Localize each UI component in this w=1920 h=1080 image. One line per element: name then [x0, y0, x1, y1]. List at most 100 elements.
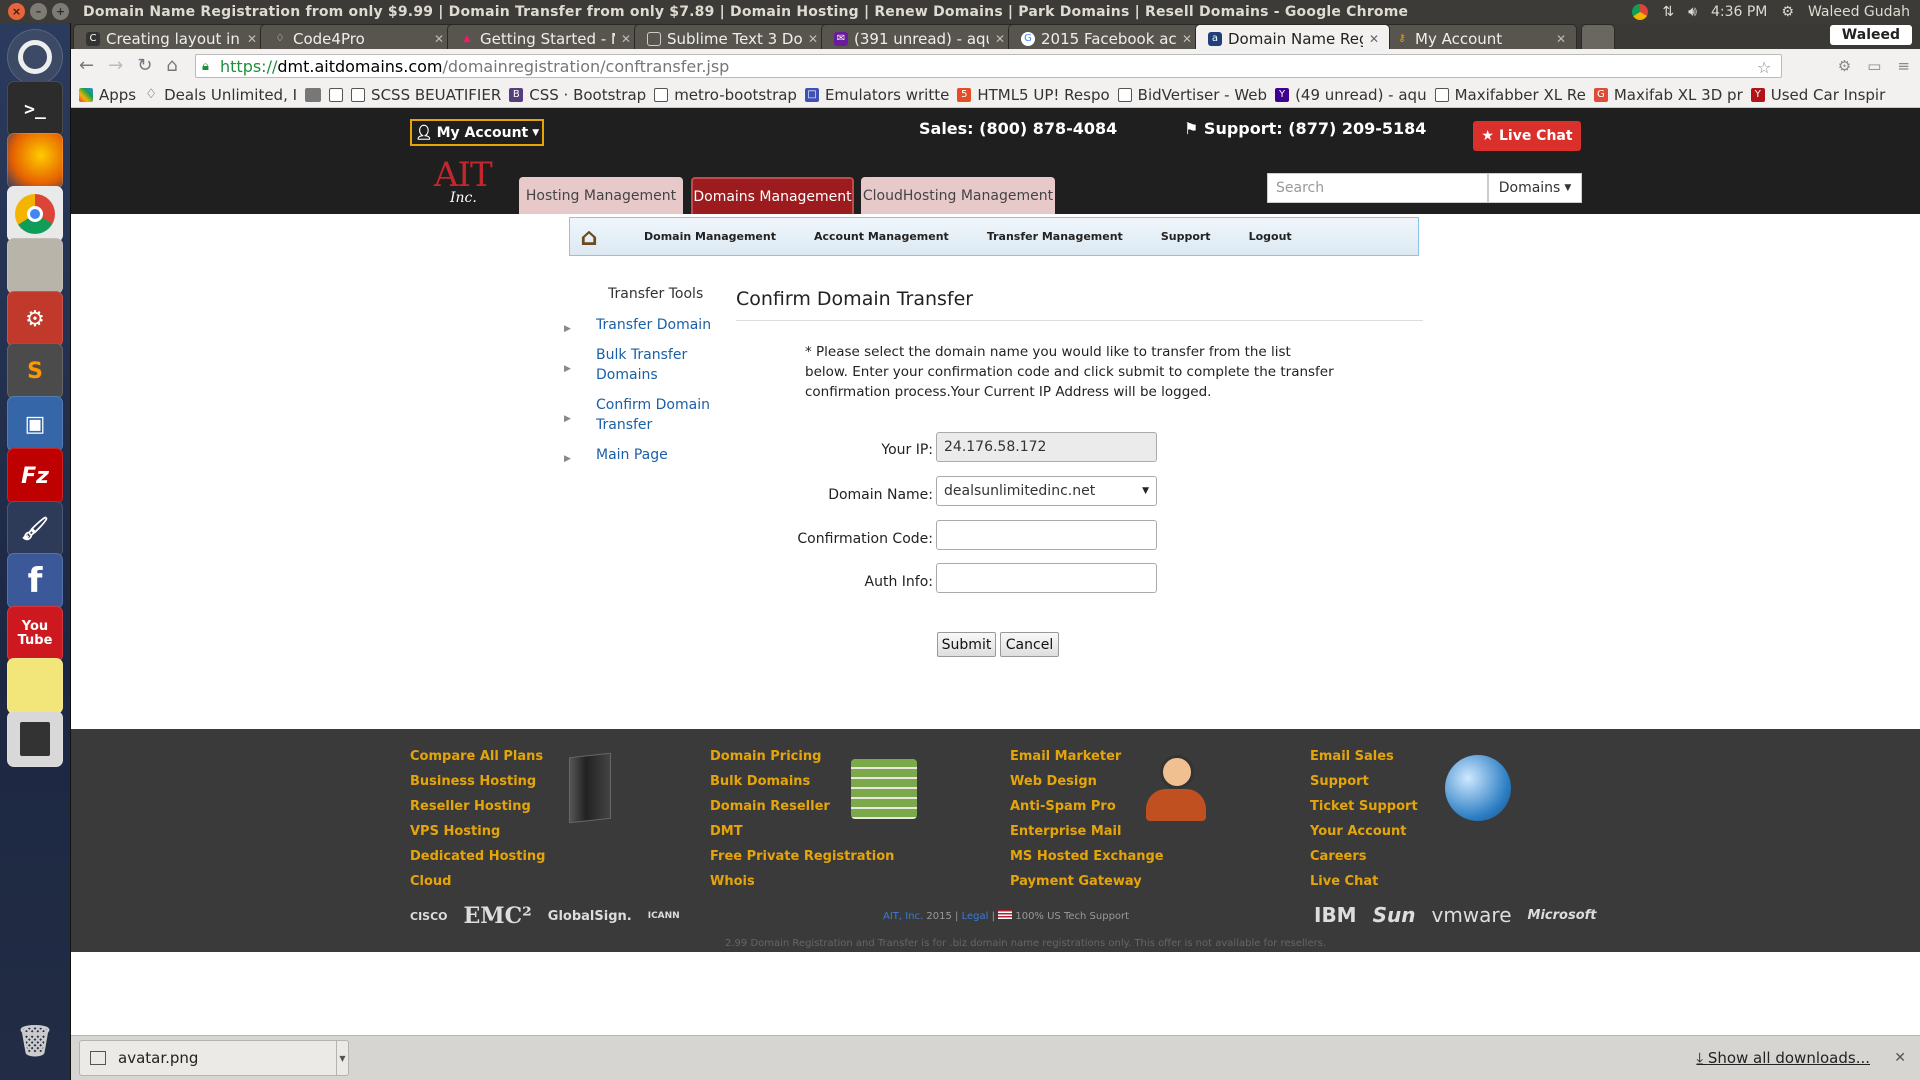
bookmark-item[interactable]: metro-bootstrap: [654, 86, 797, 104]
bookmark-item[interactable]: 5 HTML5 UP! Respo: [957, 86, 1110, 104]
ait-logo[interactable]: AIT Inc.: [434, 158, 506, 212]
maximize-window-button[interactable]: +: [52, 3, 69, 20]
footer-link[interactable]: Reseller Hosting: [410, 794, 546, 819]
network-icon[interactable]: ⇅: [1662, 4, 1674, 20]
trash-icon[interactable]: 🗑︎: [7, 1013, 63, 1069]
volume-icon[interactable]: 🔊︎: [1688, 4, 1697, 20]
youtube-icon[interactable]: You Tube: [7, 606, 63, 662]
bookmark-item[interactable]: Y Used Car Inspir: [1750, 86, 1885, 104]
home-icon[interactable]: ⌂: [572, 222, 606, 252]
footer-link[interactable]: Web Design: [1010, 769, 1164, 794]
new-tab-button[interactable]: [1581, 24, 1615, 49]
sublime-text-icon[interactable]: S: [7, 343, 63, 399]
bookmark-item[interactable]: G Maxifab XL 3D pr: [1593, 86, 1743, 104]
menu-icon[interactable]: ≡: [1897, 57, 1910, 75]
close-tab-icon[interactable]: ✕: [621, 32, 631, 46]
close-tab-icon[interactable]: ✕: [434, 32, 444, 46]
footer-link[interactable]: Support: [1310, 769, 1418, 794]
footer-link[interactable]: Dedicated Hosting: [410, 844, 546, 869]
footer-link[interactable]: Your Account: [1310, 819, 1418, 844]
sidebar-link-transfer-domain[interactable]: ▶ Transfer Domain: [564, 315, 726, 335]
bookmark-item[interactable]: Maxifabber XL Re: [1434, 86, 1586, 104]
remote-desktop-icon[interactable]: ▣: [7, 396, 63, 452]
profile-button[interactable]: Waleed: [1829, 25, 1912, 45]
firefox-icon[interactable]: [7, 133, 63, 189]
domain-name-select[interactable]: dealsunlimitedinc.net ▼: [936, 476, 1157, 506]
search-input[interactable]: Search: [1267, 173, 1488, 203]
show-all-downloads-link[interactable]: ⤓ Show all downloads...: [1696, 1049, 1870, 1067]
nav-logout[interactable]: Logout: [1249, 230, 1292, 243]
bookmark-item[interactable]: ♢ Deals Unlimited, I: [144, 86, 297, 104]
my-account-button[interactable]: 👤︎ My Account ▼: [410, 119, 544, 146]
ubuntu-dash-icon[interactable]: [7, 29, 63, 85]
close-downloads-icon[interactable]: ✕: [1894, 1050, 1906, 1066]
close-tab-icon[interactable]: ✕: [808, 32, 818, 46]
browser-tab[interactable]: ▲Getting Started - Ma✕: [447, 24, 642, 49]
extension-gear-icon[interactable]: ⚙: [1838, 57, 1851, 75]
cast-icon[interactable]: ▭: [1867, 57, 1881, 75]
download-item[interactable]: avatar.png ▼: [79, 1040, 349, 1076]
confirmation-code-input[interactable]: [936, 520, 1157, 550]
sidebar-link-bulk-transfer[interactable]: ▶ Bulk Transfer Domains: [564, 345, 726, 385]
browser-tab[interactable]: G2015 Facebook activ✕: [1008, 24, 1203, 49]
footer-link[interactable]: Enterprise Mail: [1010, 819, 1164, 844]
bookmark-star-icon[interactable]: ☆: [1757, 58, 1771, 77]
footer-link[interactable]: Ticket Support: [1310, 794, 1418, 819]
tab-hosting-management[interactable]: Hosting Management: [519, 177, 683, 214]
footer-link[interactable]: Whois: [710, 869, 894, 894]
nav-transfer-management[interactable]: Transfer Management: [987, 230, 1123, 243]
browser-tab[interactable]: CCreating layout in M✕: [73, 24, 268, 49]
chrome-tray-icon[interactable]: [1632, 3, 1649, 20]
minimize-window-button[interactable]: –: [30, 3, 47, 20]
bookmark-item[interactable]: Apps: [79, 86, 136, 104]
filezilla-icon[interactable]: Fz: [7, 448, 63, 504]
tab-domains-management[interactable]: Domains Management: [691, 177, 854, 214]
close-tab-icon[interactable]: ✕: [247, 32, 257, 46]
file-manager-icon[interactable]: [7, 238, 63, 294]
browser-tab[interactable]: ♢ Code4Pro ✕: [260, 24, 455, 49]
floppy-disk-icon[interactable]: [7, 711, 63, 767]
footer-link[interactable]: Email Marketer: [1010, 744, 1164, 769]
footer-link[interactable]: DMT: [710, 819, 894, 844]
live-chat-button[interactable]: ★ Live Chat: [1473, 121, 1581, 151]
footer-link[interactable]: VPS Hosting: [410, 819, 546, 844]
search-scope-dropdown[interactable]: Domains ▼: [1488, 173, 1582, 203]
paint-brush-icon[interactable]: 🖌︎: [7, 501, 63, 557]
sidebar-link-confirm-transfer[interactable]: ▶ Confirm Domain Transfer: [564, 395, 726, 435]
browser-tab-active[interactable]: aDomain Name Regis✕: [1195, 24, 1390, 49]
footer-link[interactable]: Live Chat: [1310, 869, 1418, 894]
footer-link[interactable]: Anti-Spam Pro: [1010, 794, 1164, 819]
clock[interactable]: 4:36 PM: [1711, 4, 1767, 20]
close-tab-icon[interactable]: ✕: [1369, 32, 1379, 46]
bookmark-item[interactable]: □ Emulators writte: [804, 86, 949, 104]
sidebar-link-main-page[interactable]: ▶ Main Page: [564, 445, 726, 465]
browser-tab[interactable]: Sublime Text 3 Docu✕: [634, 24, 829, 49]
footer-link[interactable]: MS Hosted Exchange: [1010, 844, 1164, 869]
sticky-notes-icon[interactable]: [7, 658, 63, 714]
nav-support[interactable]: Support: [1161, 230, 1211, 243]
bookmark-item[interactable]: Y (49 unread) - aqu: [1275, 86, 1427, 104]
facebook-icon[interactable]: f: [7, 553, 63, 609]
nav-domain-management[interactable]: Domain Management: [644, 230, 776, 243]
chrome-icon[interactable]: [7, 186, 63, 242]
browser-tab[interactable]: ⚷ My Account ✕: [1382, 24, 1577, 49]
close-tab-icon[interactable]: ✕: [995, 32, 1005, 46]
footer-link[interactable]: Business Hosting: [410, 769, 546, 794]
chevron-down-icon[interactable]: ▼: [336, 1041, 348, 1075]
reload-icon[interactable]: ↻: [137, 55, 152, 76]
cancel-button[interactable]: Cancel: [1000, 632, 1059, 657]
gear-icon[interactable]: ⚙: [1781, 4, 1794, 20]
footer-link[interactable]: Compare All Plans: [410, 744, 546, 769]
home-icon[interactable]: ⌂: [166, 55, 177, 76]
terminal-icon[interactable]: >_: [7, 81, 63, 137]
footer-link[interactable]: Email Sales: [1310, 744, 1418, 769]
user-name[interactable]: Waleed Gudah: [1808, 4, 1910, 20]
nav-account-management[interactable]: Account Management: [814, 230, 949, 243]
bookmark-folder[interactable]: [305, 87, 322, 102]
bookmark-item[interactable]: [329, 87, 344, 102]
bookmark-item[interactable]: SCSS BEUATIFIER: [351, 86, 501, 104]
bookmark-item[interactable]: B CSS · Bootstrap: [509, 86, 646, 104]
footer-link[interactable]: Free Private Registration: [710, 844, 894, 869]
back-arrow-icon[interactable]: ←: [79, 55, 94, 76]
system-settings-icon[interactable]: ⚙: [7, 291, 63, 347]
